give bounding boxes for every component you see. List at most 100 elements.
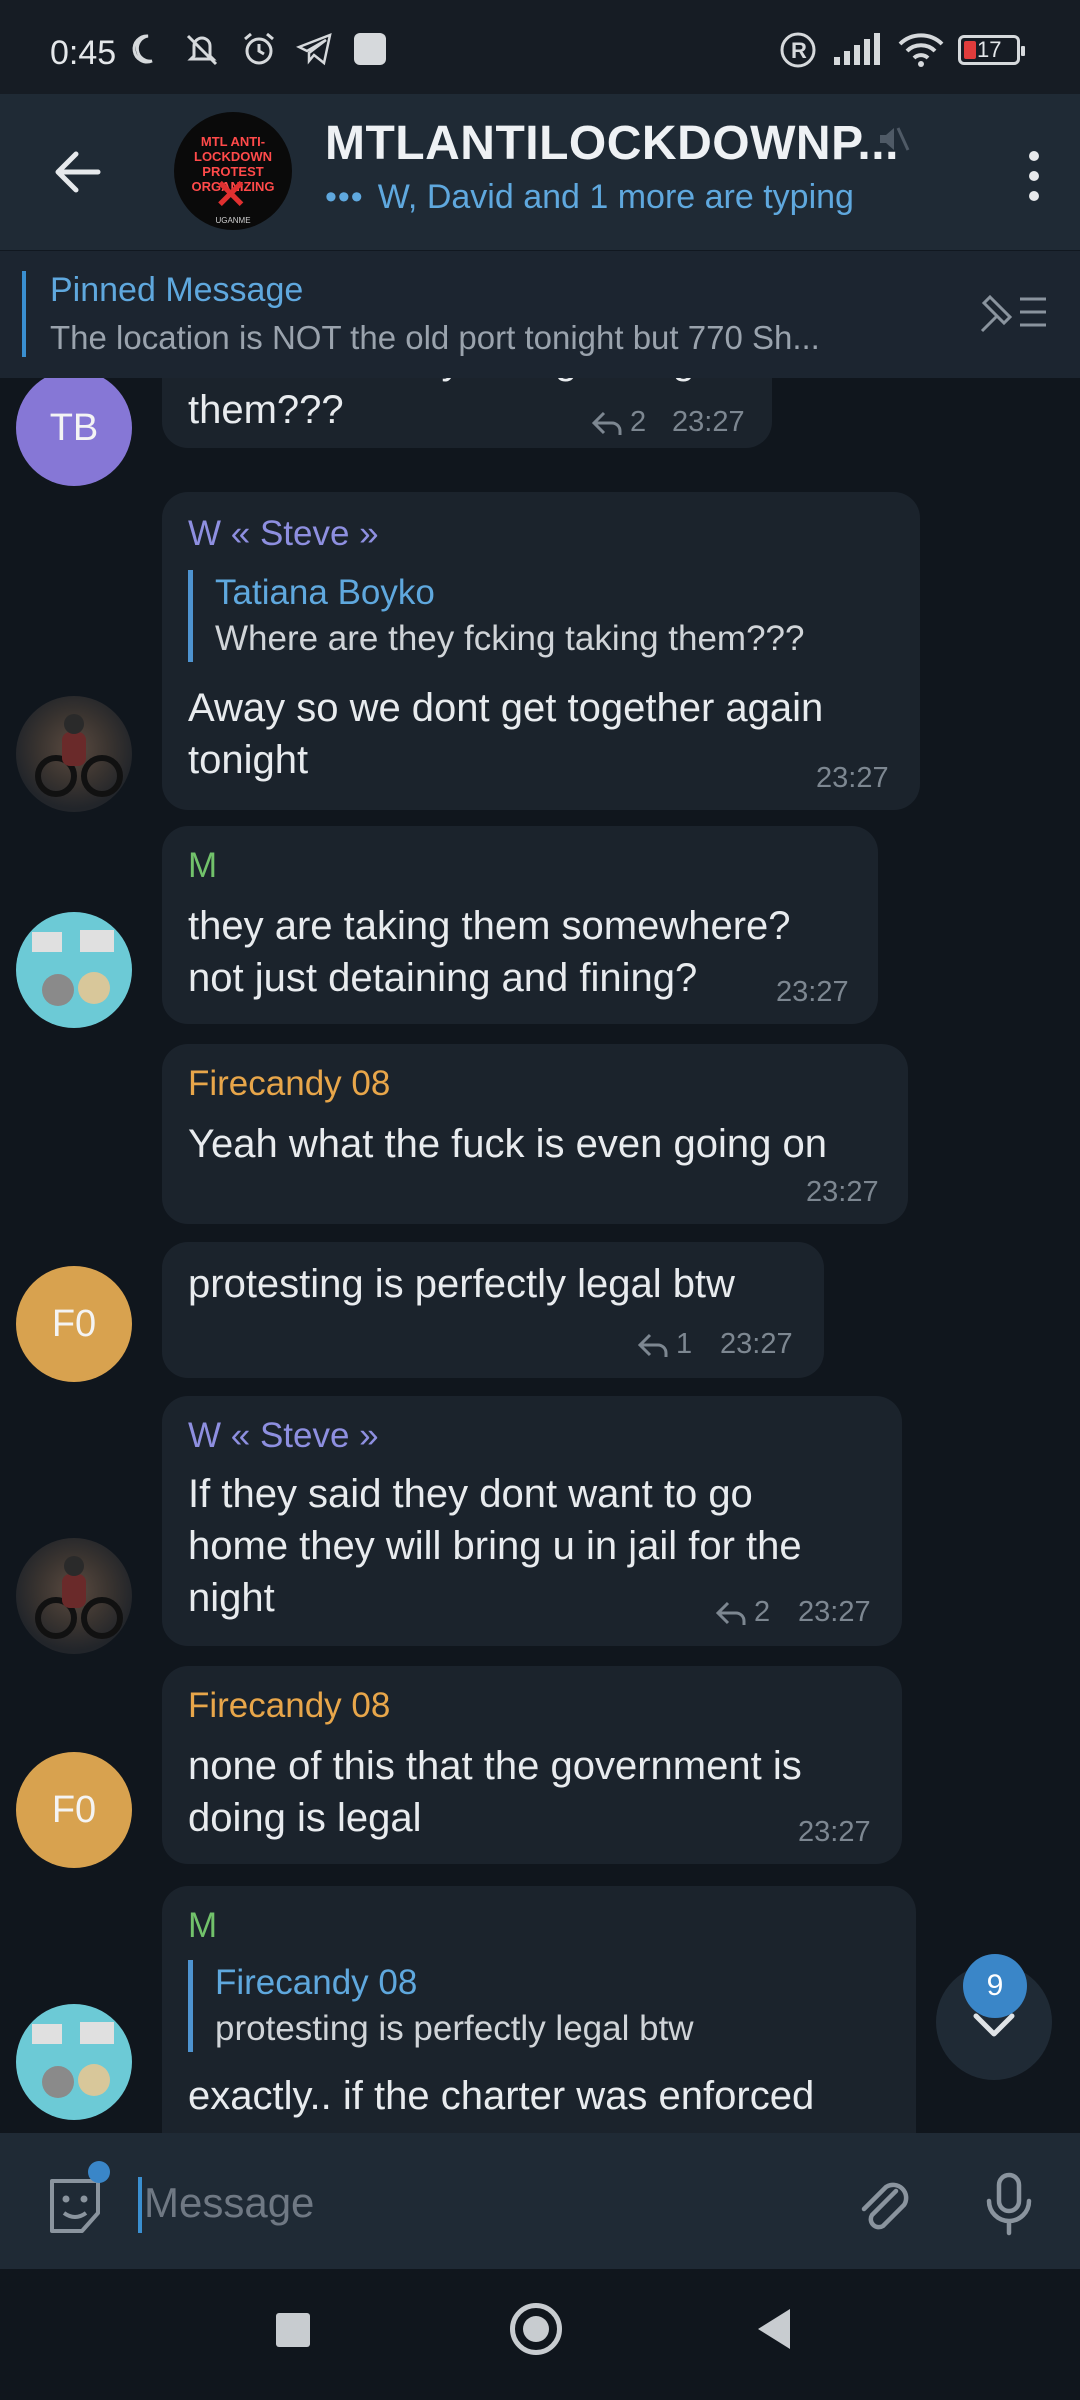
message-time: 23:27: [798, 1596, 871, 1628]
message-list[interactable]: Where are they fcking taking them??? 2 2…: [0, 378, 1080, 2133]
message-text: them???: [188, 388, 344, 432]
reply-count[interactable]: 1: [636, 1328, 692, 1361]
message-bubble[interactable]: W « Steve » Tatiana Boyko Where are they…: [162, 492, 920, 810]
avatar[interactable]: F0: [16, 1266, 132, 1382]
message-text: not just detaining and fining?: [188, 956, 698, 1000]
recents-button[interactable]: [276, 2313, 310, 2347]
pinned-text: The location is NOT the old port tonight…: [50, 319, 820, 356]
moon-icon: [132, 34, 153, 64]
user-photo-icon: [32, 930, 114, 1006]
quoted-message[interactable]: Tatiana Boyko Where are they fcking taki…: [188, 570, 804, 662]
message-text: If they said they dont want to go: [188, 1472, 753, 1516]
message-bubble[interactable]: W « Steve » If they said they dont want …: [162, 1396, 902, 1646]
avatar[interactable]: [16, 2004, 132, 2120]
pinned-message[interactable]: Pinned Message The location is NOT the o…: [0, 250, 1080, 379]
attach-icon[interactable]: [852, 2171, 914, 2237]
message-time: 23:27: [672, 406, 745, 438]
back-arrow-icon[interactable]: [48, 142, 108, 202]
typing-text: W, David and 1 more are typing: [377, 178, 854, 216]
message-input-bar: Message: [0, 2133, 1080, 2269]
alarm-icon: [244, 32, 274, 65]
avatar-subtext: UGANME: [215, 216, 251, 225]
reply-icon: [637, 1333, 668, 1357]
new-sticker-dot: [88, 2161, 110, 2183]
sender-name[interactable]: W « Steve »: [188, 1416, 379, 1456]
system-nav-bar: [0, 2269, 1080, 2400]
reply-count[interactable]: 2: [714, 1596, 770, 1629]
battery-icon: 17: [958, 35, 1025, 65]
quoted-message[interactable]: Firecandy 08 protesting is perfectly leg…: [188, 1960, 694, 2052]
avatar[interactable]: [16, 912, 132, 1028]
battery-level: 17: [977, 37, 1002, 62]
message-input[interactable]: Message: [144, 2179, 314, 2227]
message-time: 23:27: [776, 976, 849, 1008]
message-bubble[interactable]: Firecandy 08 Yeah what the fuck is even …: [162, 1044, 908, 1224]
message-text: night: [188, 1576, 275, 1620]
app-square-icon: [354, 33, 386, 65]
muted-bell-icon: [186, 34, 218, 66]
reply-icon: [715, 1601, 746, 1625]
status-time: 0:45: [50, 34, 117, 72]
sender-name[interactable]: M: [188, 846, 217, 886]
muted-icon: [880, 127, 910, 151]
message-bubble[interactable]: Where are they fcking taking them??? 2 2…: [162, 378, 772, 448]
more-options-icon[interactable]: [1014, 146, 1054, 206]
message-text: home they will bring u in jail for the: [188, 1524, 802, 1568]
quote-sender: Firecandy 08: [215, 1963, 418, 2002]
chat-title[interactable]: MTLANTILOCKDOWNP...: [325, 116, 899, 171]
message-time: 23:27: [816, 762, 889, 794]
message-time: 23:27: [806, 1176, 879, 1208]
typing-status: ••• W, David and 1 more are typing: [325, 178, 854, 217]
message-text: doing is legal: [188, 1796, 422, 1840]
sender-name[interactable]: W « Steve »: [188, 514, 379, 554]
message-bubble[interactable]: protesting is perfectly legal btw 1 23:2…: [162, 1242, 824, 1378]
registered-icon: R: [780, 32, 816, 68]
message-time: 23:27: [720, 1328, 793, 1360]
message-text: Away so we dont get together again: [188, 686, 824, 730]
message-bubble[interactable]: Firecandy 08 none of this that the gover…: [162, 1666, 902, 1864]
group-avatar[interactable]: MTL ANTI-LOCKDOWN PROTEST ORGANIZING ✕ U…: [174, 112, 292, 230]
sender-name[interactable]: M: [188, 1906, 217, 1946]
sender-name[interactable]: Firecandy 08: [188, 1064, 390, 1104]
user-photo-icon: [32, 2022, 114, 2098]
message-text: exactly.. if the charter was enforced: [188, 2074, 815, 2118]
avatar-mark: ✕: [214, 173, 248, 217]
quote-sender: Tatiana Boyko: [215, 573, 435, 612]
chat-header: MTL ANTI-LOCKDOWN PROTEST ORGANIZING ✕ U…: [0, 94, 1080, 250]
pinned-list-icon[interactable]: [976, 287, 1050, 337]
typing-dots: •••: [325, 178, 364, 216]
user-photo-icon: [35, 1556, 123, 1639]
reply-count-value: 1: [676, 1328, 693, 1360]
sender-name[interactable]: Firecandy 08: [188, 1686, 390, 1726]
message-text: tonight: [188, 738, 309, 782]
avatar[interactable]: F0: [16, 1752, 132, 1868]
pinned-indicator: [22, 271, 26, 357]
quote-text: Where are they fcking taking them???: [215, 619, 805, 658]
avatar[interactable]: [16, 696, 132, 812]
avatar[interactable]: TB: [16, 378, 132, 486]
message-text: Yeah what the fuck is even going on: [188, 1122, 827, 1166]
message-bubble[interactable]: M they are taking them somewhere? not ju…: [162, 826, 878, 1024]
message-text: they are taking them somewhere?: [188, 904, 791, 948]
message-bubble[interactable]: M Firecandy 08 protesting is perfectly l…: [162, 1886, 916, 2133]
avatar-initials: TB: [49, 406, 99, 449]
microphone-icon[interactable]: [980, 2169, 1038, 2239]
message-text: none of this that the government is: [188, 1744, 802, 1788]
avatar[interactable]: [16, 1538, 132, 1654]
user-photo-icon: [35, 714, 123, 797]
avatar-initials: F0: [51, 1302, 97, 1345]
reply-icon: [591, 411, 622, 435]
quote-text: protesting is perfectly legal btw: [215, 2009, 694, 2048]
message-time: 23:27: [798, 1816, 871, 1848]
nav-back-button[interactable]: [758, 2309, 790, 2349]
message-text: protesting is perfectly legal btw: [188, 1262, 735, 1306]
signal-icon: [834, 33, 880, 65]
avatar-initials: F0: [51, 1788, 97, 1831]
wifi-icon: [898, 33, 944, 67]
text-cursor: [138, 2177, 142, 2233]
svg-text:R: R: [791, 38, 807, 63]
status-bar: 0:45 R 17: [0, 0, 1080, 94]
reply-count[interactable]: 2: [590, 406, 646, 439]
home-button[interactable]: [510, 2303, 562, 2355]
telegram-icon: [296, 32, 332, 66]
